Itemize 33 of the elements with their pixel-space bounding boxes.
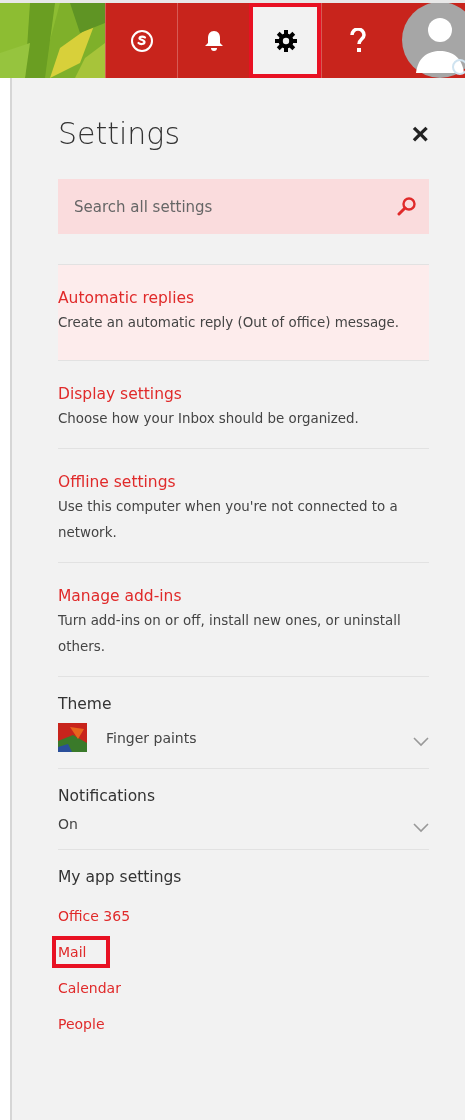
- help-icon: [348, 27, 367, 54]
- item-title[interactable]: Display settings: [58, 385, 182, 403]
- settings-item[interactable]: Automatic replies Create an automatic reply (Out of office) message.: [58, 264, 429, 360]
- settings-button[interactable]: [249, 3, 321, 78]
- item-title[interactable]: Manage add-ins: [58, 587, 182, 605]
- item-description: Use this computer when you're not connected to a network.: [58, 498, 399, 542]
- app-link[interactable]: Office 365: [52, 900, 131, 932]
- panel-title: Settings: [58, 116, 180, 151]
- chevron-down-icon: [413, 823, 429, 833]
- item-title[interactable]: Automatic replies: [58, 289, 195, 307]
- app-link[interactable]: Mail: [52, 936, 111, 968]
- close-button[interactable]: ×: [411, 118, 429, 149]
- settings-item[interactable]: Display settings Choose how your Inbox should be organized.: [58, 360, 429, 448]
- item-description: Choose how your Inbox should be organized.: [58, 410, 360, 428]
- notifications-label: Notifications: [58, 787, 156, 805]
- notifications-dropdown[interactable]: On: [58, 815, 429, 833]
- settings-icon: [273, 28, 298, 53]
- avatar-icon[interactable]: [400, 3, 465, 78]
- item-description: Turn add-ins on or off, install new ones, or uninstall others.: [58, 612, 402, 656]
- theme-dropdown[interactable]: Finger paints: [58, 723, 429, 752]
- item-title[interactable]: Offline settings: [58, 473, 176, 491]
- settings-item[interactable]: Manage add-ins Turn add-ins on or off, install new ones, or uninstall others.: [58, 562, 429, 676]
- app-link[interactable]: People: [52, 1008, 105, 1040]
- settings-item[interactable]: Offline settings Use this computer when you're not connected to a network.: [58, 448, 429, 562]
- search-field[interactable]: Search all settings: [58, 179, 429, 234]
- theme-thumbnail-icon: [58, 723, 87, 752]
- theme-label: Theme: [58, 695, 113, 713]
- skype-icon: [129, 28, 154, 53]
- chevron-down-icon: [413, 736, 429, 747]
- app-settings-label: My app settings: [58, 868, 183, 886]
- item-description: Create an automatic reply (Out of office) message.: [58, 314, 401, 332]
- app-link[interactable]: Calendar: [52, 972, 121, 1004]
- search-icon: [397, 196, 417, 216]
